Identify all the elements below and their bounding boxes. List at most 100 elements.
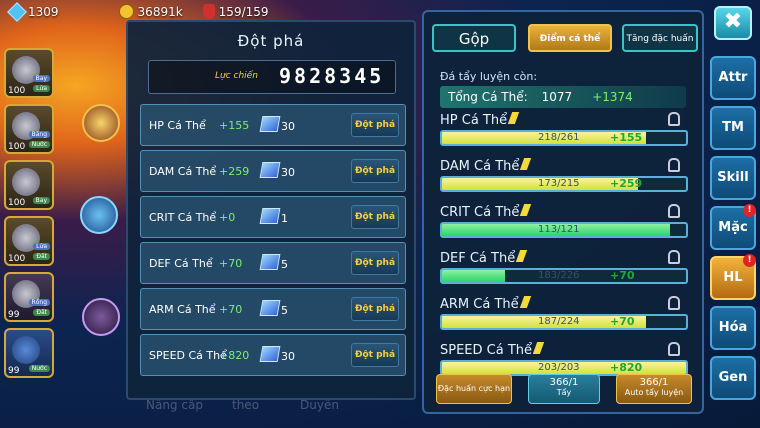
- stat-bar-row: CRIT Cá Thể 113/121: [440, 204, 688, 238]
- wash-count: 366/1: [549, 377, 579, 388]
- stat-bar-row: ARM Cá Thể 187/224 +70: [440, 296, 688, 330]
- side-tab-gen[interactable]: Gen: [710, 356, 756, 400]
- lock-icon[interactable]: [668, 158, 680, 172]
- side-tab-tm[interactable]: TM: [710, 106, 756, 150]
- currency-bar: 1309 36891k 159/159: [7, 1, 269, 22]
- item-count: 30: [281, 350, 295, 363]
- monster-level: 100: [8, 86, 26, 96]
- breakthrough-panel: Đột phá Lực chiến 9828345 HP Cá Thể +155…: [126, 20, 416, 400]
- tab-merge[interactable]: Gộp: [432, 24, 516, 52]
- lock-icon[interactable]: [668, 112, 680, 126]
- potion-value: 159/159: [218, 4, 269, 19]
- gem-counter: 1309: [7, 1, 59, 22]
- breakthrough-row: HP Cá Thể +155 30 Đột phá: [140, 104, 406, 146]
- side-tab-skill[interactable]: Skill: [710, 156, 756, 200]
- side-tab-hóa[interactable]: Hóa: [710, 306, 756, 350]
- stat-bar-row: DAM Cá Thể 173/215 +259: [440, 158, 688, 192]
- team-icon[interactable]: [82, 298, 120, 336]
- breakthrough-button[interactable]: Đột phá: [351, 205, 399, 229]
- stat-progress-bar: 183/226 +70: [440, 268, 688, 284]
- breakthrough-row: CRIT Cá Thể +0 1 Đột phá: [140, 196, 406, 238]
- type-tag: Lửa: [33, 85, 50, 92]
- stat-bonus: +70: [219, 303, 243, 316]
- stat-progress-bar: 218/261 +155: [440, 130, 688, 146]
- side-tab-label: Attr: [718, 70, 748, 85]
- lightning-icon: [532, 342, 545, 354]
- breakthrough-button[interactable]: Đột phá: [351, 159, 399, 183]
- training-panel: Gộp Điểm cá thể Tăng đặc huấn Đá tẩy luy…: [422, 10, 704, 414]
- side-tab-label: Hóa: [718, 320, 748, 335]
- stat-name: ARM Cá Thể: [149, 303, 216, 316]
- lightning-icon: [520, 158, 532, 170]
- side-tab-label: TM: [722, 120, 744, 135]
- faded-label: Nâng cấp: [146, 398, 203, 412]
- stat-progress-bar: 187/224 +70: [440, 314, 688, 330]
- auto-wash-button[interactable]: 366/1 Auto tẩy luyện: [616, 374, 692, 404]
- gem-item-icon: [259, 116, 281, 132]
- party-monster[interactable]: Rồng Đất 99: [4, 272, 54, 322]
- party-monster[interactable]: Băng Nước 100: [4, 104, 54, 154]
- monster-level: 100: [8, 142, 26, 152]
- wash-label: Tẩy: [556, 388, 572, 397]
- breakthrough-button[interactable]: Đột phá: [351, 343, 399, 367]
- tab-individual-points[interactable]: Điểm cá thể: [528, 24, 612, 52]
- breakthrough-row: DEF Cá Thể +70 5 Đột phá: [140, 242, 406, 284]
- breakthrough-button[interactable]: Đột phá: [351, 251, 399, 275]
- side-tab-mặc[interactable]: Mặc!: [710, 204, 756, 250]
- party-monster[interactable]: Lửa Đất 100: [4, 216, 54, 266]
- stat-progress-bar: 113/121: [440, 222, 688, 238]
- auto-wash-label: Auto tẩy luyện: [624, 388, 684, 397]
- stat-progress-value: 187/224: [538, 316, 580, 327]
- party-monster[interactable]: Nước 99: [4, 328, 54, 378]
- type-tag: Lửa: [33, 243, 50, 250]
- side-tab-attr[interactable]: Attr: [710, 56, 756, 100]
- party-monster[interactable]: Bay 100: [4, 160, 54, 210]
- stat-progress-bonus: +155: [610, 131, 643, 144]
- stat-progress-bar: 173/215 +259: [440, 176, 688, 192]
- stat-bonus: +820: [219, 349, 250, 362]
- stat-bar-label: CRIT Cá Thể: [440, 205, 520, 220]
- lock-icon[interactable]: [668, 342, 680, 356]
- notification-badge: !: [743, 254, 756, 267]
- stat-bar-label: DEF Cá Thể: [440, 251, 516, 266]
- lock-icon[interactable]: [668, 250, 680, 264]
- potion-icon: [202, 4, 215, 19]
- gold-value: 36891k: [137, 4, 183, 19]
- type-tag: Nước: [28, 141, 50, 148]
- monster-level: 99: [8, 310, 20, 320]
- notification-badge: !: [743, 204, 756, 217]
- auto-wash-count: 366/1: [639, 377, 669, 388]
- lock-icon[interactable]: [668, 296, 680, 310]
- side-tab-label: Gen: [718, 370, 748, 385]
- stat-bar-name: HP Cá Thể: [440, 112, 688, 130]
- breakthrough-row: ARM Cá Thể +70 5 Đột phá: [140, 288, 406, 330]
- stat-progress-bonus: +259: [610, 177, 643, 190]
- bag-icon[interactable]: [80, 196, 118, 234]
- close-button[interactable]: ✖: [714, 6, 752, 40]
- stat-bar-name: DEF Cá Thể: [440, 250, 688, 268]
- tab-special-training[interactable]: Tăng đặc huấn: [622, 24, 698, 52]
- side-tab-hl[interactable]: HL!: [710, 254, 756, 300]
- stat-name: DAM Cá Thể: [149, 165, 217, 178]
- type-tag: Đất: [33, 309, 50, 316]
- gem-item-icon: [259, 162, 281, 178]
- breakthrough-button[interactable]: Đột phá: [351, 297, 399, 321]
- gem-item-icon: [259, 208, 281, 224]
- lock-icon[interactable]: [668, 204, 680, 218]
- breakthrough-button[interactable]: Đột phá: [351, 113, 399, 137]
- stat-name: HP Cá Thể: [149, 119, 206, 132]
- wash-button[interactable]: 366/1 Tẩy: [528, 374, 600, 404]
- extreme-training-button[interactable]: Đặc huấn cực hạn: [436, 374, 512, 404]
- monster-level: 100: [8, 254, 26, 264]
- item-count: 5: [281, 304, 288, 317]
- sword-icon[interactable]: [82, 104, 120, 142]
- faded-label: Duyên: [300, 398, 339, 412]
- combat-power: Lực chiến 9828345: [148, 60, 396, 94]
- stat-bar-name: DAM Cá Thể: [440, 158, 688, 176]
- side-tabs: ✖ Attr TM Skill Mặc! HL! Hóa Gen: [710, 6, 756, 406]
- side-tab-label: HL: [723, 270, 743, 285]
- party-monster[interactable]: Bay Lửa 100: [4, 48, 54, 98]
- breakthrough-row: SPEED Cá Thể +820 30 Đột phá: [140, 334, 406, 376]
- breakthrough-row: DAM Cá Thể +259 30 Đột phá: [140, 150, 406, 192]
- monster-level: 99: [8, 366, 20, 376]
